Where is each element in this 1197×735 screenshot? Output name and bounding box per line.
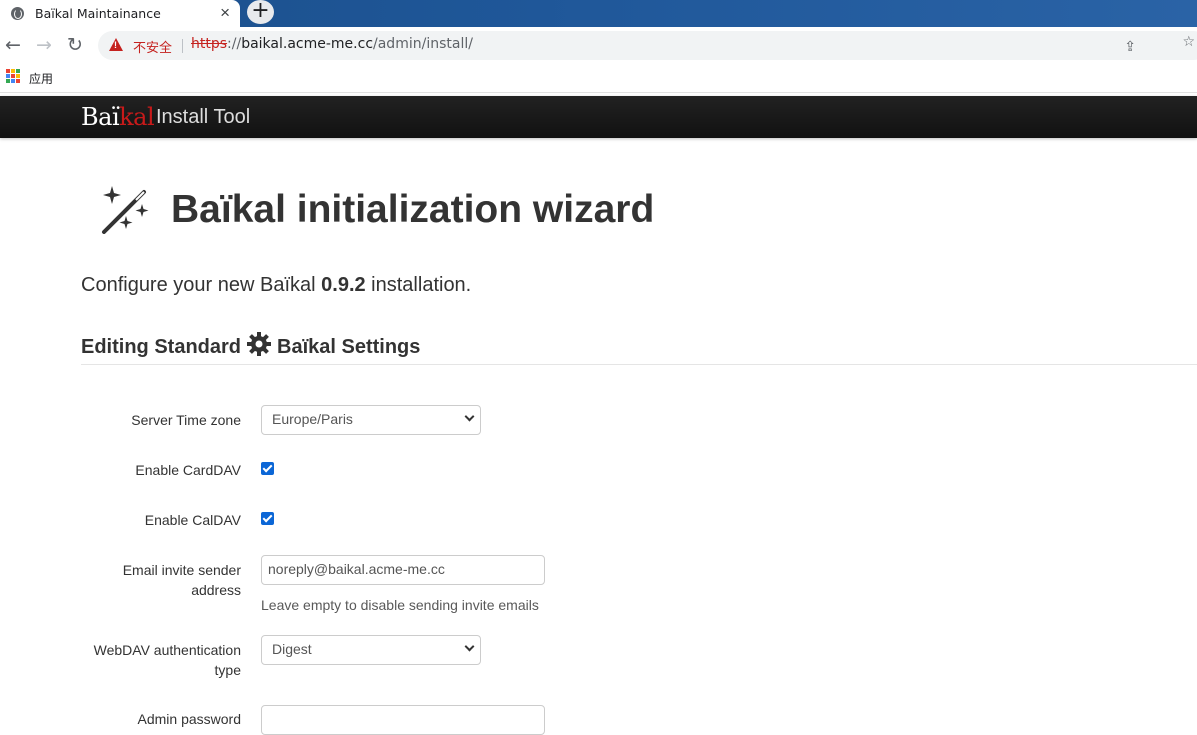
email-sender-input[interactable]: noreply@baikal.acme-me.cc	[261, 555, 545, 585]
apps-grid-icon[interactable]	[6, 69, 20, 83]
carddav-checkbox[interactable]	[261, 462, 274, 475]
forward-arrow-icon[interactable]: →	[36, 35, 52, 55]
lead-text: Configure your new Baïkal 0.9.2 installa…	[81, 274, 471, 297]
browser-tab-strip: Baïkal Maintainance × +	[0, 0, 1197, 27]
brand-logo[interactable]: Baïkal	[81, 103, 155, 131]
gear-icon	[247, 332, 271, 356]
auth-label-line2: type	[214, 662, 241, 678]
timezone-select[interactable]: Europe/Paris	[261, 405, 481, 435]
url-host: baikal.acme-me.cc	[241, 36, 374, 52]
section-prefix: Editing Standard	[81, 336, 241, 358]
reload-icon[interactable]: ↻	[67, 35, 83, 55]
caldav-label: Enable CalDAV	[144, 512, 241, 528]
auth-label-line1: WebDAV authentication	[93, 642, 241, 658]
brand-part2: kal	[119, 103, 155, 131]
email-label: Email invite sender address	[71, 560, 241, 600]
version-number: 0.9.2	[321, 274, 366, 296]
globe-icon	[11, 7, 24, 20]
app-navbar: Baïkal Install Tool	[0, 96, 1197, 138]
lead-prefix: Configure your new Baïkal	[81, 274, 322, 296]
section-title: Editing Standard Baïkal Settings	[81, 332, 420, 359]
auth-type-value: Digest	[272, 641, 312, 657]
tab-close-icon[interactable]: ×	[220, 3, 230, 23]
caldav-checkbox[interactable]	[261, 512, 274, 525]
lead-suffix: installation.	[365, 274, 472, 296]
email-value: noreply@baikal.acme-me.cc	[268, 561, 445, 577]
url-separator: ://	[227, 36, 242, 52]
share-icon[interactable]: ⇪	[1124, 39, 1136, 55]
url-scheme: https	[191, 36, 228, 52]
email-label-line1: Email invite sender	[122, 562, 241, 578]
page-title: Baïkal initialization wizard	[171, 188, 655, 231]
admin-password-label: Admin password	[137, 711, 242, 727]
address-bar[interactable]: 不安全 https://baikal.acme-me.cc/admin/inst…	[98, 31, 1197, 60]
back-arrow-icon[interactable]: ←	[5, 35, 21, 55]
email-label-line2: address	[191, 582, 241, 598]
carddav-label: Enable CardDAV	[135, 462, 241, 478]
magic-wand-icon	[102, 186, 149, 234]
chevron-down-icon	[464, 411, 475, 422]
warning-icon[interactable]	[109, 38, 123, 51]
timezone-label: Server Time zone	[131, 412, 241, 428]
new-tab-button[interactable]: +	[247, 0, 274, 24]
omnibox-divider	[182, 39, 183, 53]
bookmarks-bar: 应用	[0, 63, 1197, 93]
section-strong: Baïkal Settings	[277, 336, 421, 358]
bookmark-apps[interactable]: 应用	[29, 70, 53, 87]
url-text[interactable]: https://baikal.acme-me.cc/admin/install/	[191, 36, 473, 52]
url-path: /admin/install/	[373, 36, 473, 52]
brand-part1: Baï	[81, 103, 120, 131]
chevron-down-icon	[464, 641, 475, 652]
timezone-value: Europe/Paris	[272, 411, 353, 427]
brand-subtitle: Install Tool	[156, 106, 251, 128]
bookmark-star-icon[interactable]: ☆	[1182, 34, 1195, 50]
auth-type-select[interactable]: Digest	[261, 635, 481, 665]
auth-type-label: WebDAV authentication type	[71, 640, 241, 680]
email-help-text: Leave empty to disable sending invite em…	[261, 597, 539, 613]
tab-title: Baïkal Maintainance	[35, 6, 161, 21]
insecure-label[interactable]: 不安全	[133, 37, 172, 56]
admin-password-input[interactable]	[261, 705, 545, 735]
browser-tab[interactable]: Baïkal Maintainance ×	[0, 0, 240, 27]
section-divider	[81, 364, 1197, 365]
browser-toolbar: ← → ↻ 不安全 https://baikal.acme-me.cc/admi…	[0, 27, 1197, 63]
